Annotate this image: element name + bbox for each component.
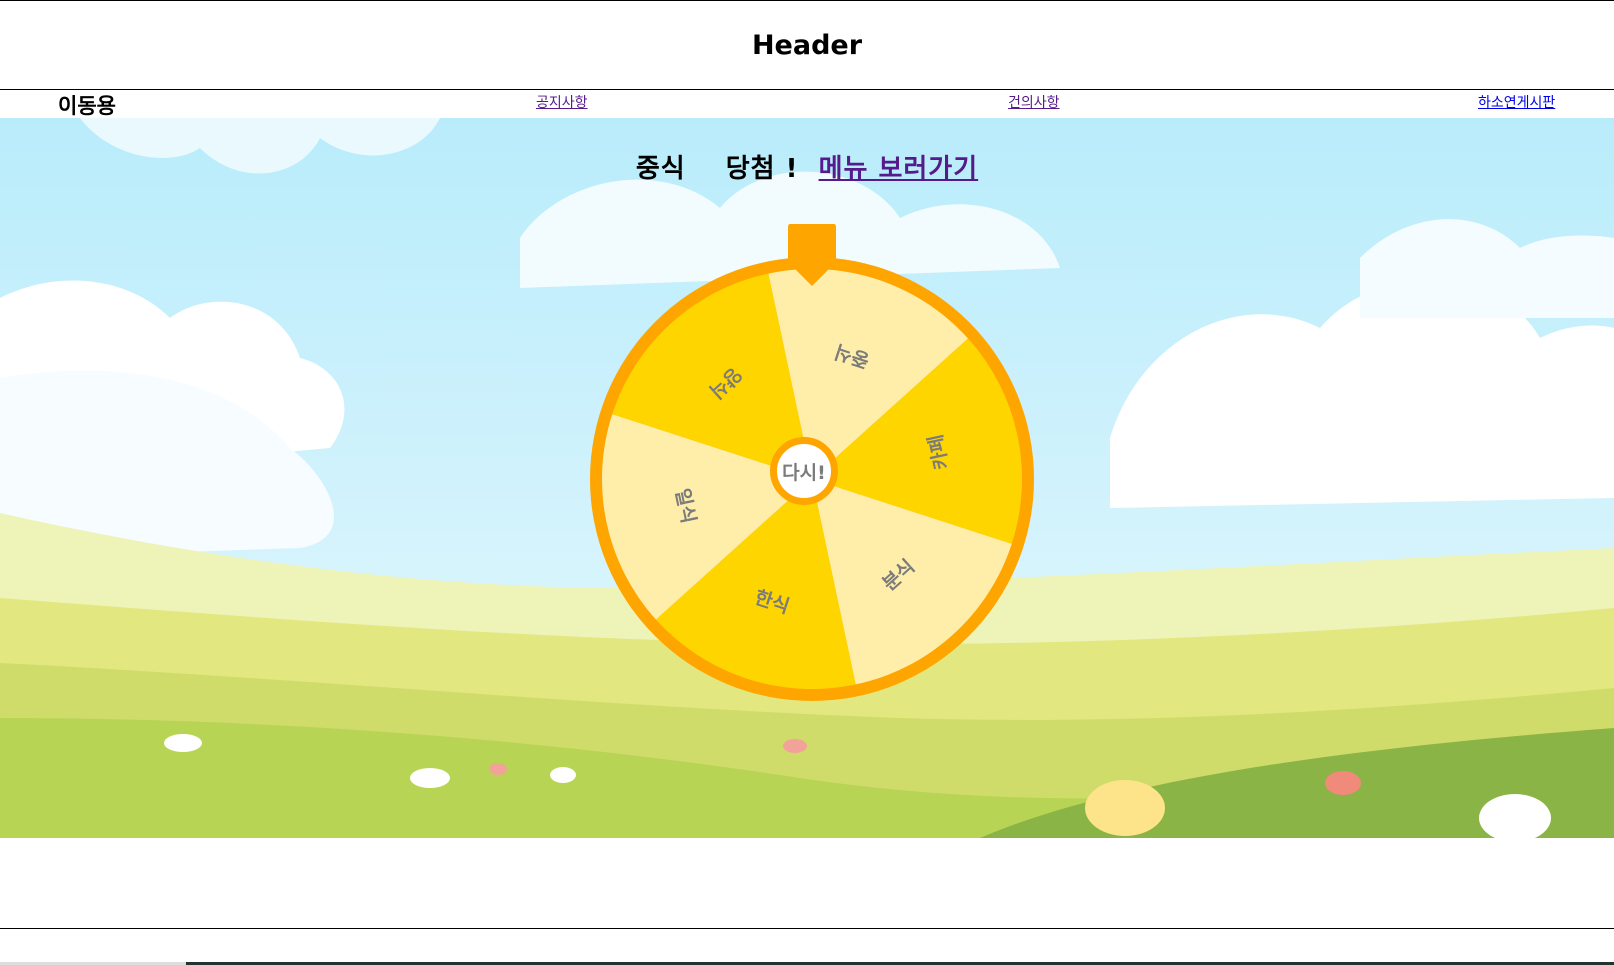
- nav-link-notice[interactable]: 공지사항: [536, 92, 588, 112]
- result-won-text: 당첨 !: [725, 154, 799, 184]
- page-header: Header: [0, 1, 1614, 90]
- view-menu-link[interactable]: 메뉴 보러가기: [819, 154, 979, 184]
- result-winner: 중식: [635, 154, 686, 184]
- header-title: Header: [751, 29, 863, 61]
- nav-link-suggestions[interactable]: 건의사항: [1008, 92, 1060, 112]
- spin-result: 중식 당첨 ! 메뉴 보러가기: [0, 148, 1614, 185]
- user-name: 이동용: [58, 94, 116, 118]
- nav-bar: 이동용 공지사항 건의사항 하소연게시판: [0, 90, 1614, 118]
- respin-button[interactable]: 다시!: [770, 437, 838, 505]
- footer-rule: [0, 928, 1614, 929]
- nav-link-vent-board[interactable]: 하소연게시판: [1478, 92, 1555, 112]
- roulette-wheel[interactable]: 중식 카페 분식 한식 일식 양식 다시!: [586, 224, 1038, 704]
